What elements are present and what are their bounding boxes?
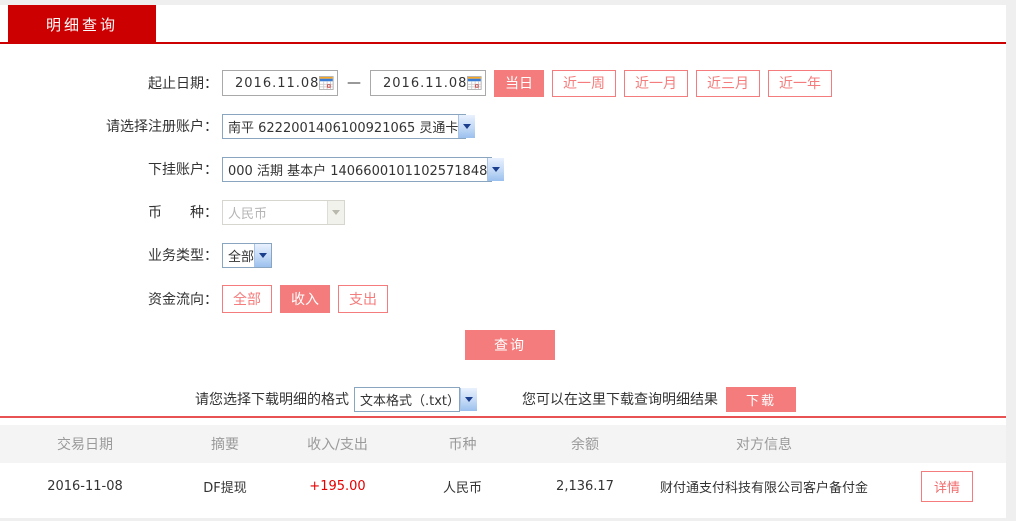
header-counterparty: 对方信息 — [736, 437, 792, 453]
cell-balance: 2,136.17 — [556, 479, 614, 494]
register-account-label: 请选择注册账户： — [106, 119, 218, 135]
currency-select: 人民币 — [222, 199, 345, 225]
business-type-value: 全部 — [228, 249, 255, 265]
business-type-label: 业务类型： — [148, 248, 218, 264]
sub-account-label: 下挂账户： — [148, 162, 218, 178]
result-table: 交易日期 摘要 收入/支出 币种 余额 对方信息 2016-11-08 DF提现… — [0, 425, 1006, 510]
range-button-last-week[interactable]: 近一周 — [552, 69, 616, 97]
register-account-value: 南平 6222001406100921065 灵通卡 — [228, 120, 459, 136]
chevron-down-icon[interactable] — [254, 243, 272, 267]
cell-counterparty: 财付通支付科技有限公司客户备付金 — [659, 481, 868, 496]
date-range-label: 起止日期： — [148, 76, 218, 92]
download-hint: 您可以在这里下载查询明细结果 — [522, 392, 718, 408]
header-balance: 余额 — [571, 437, 599, 453]
tab-bar: 明细查询 — [0, 5, 1006, 44]
table-header-row: 交易日期 摘要 收入/支出 币种 余额 对方信息 — [0, 425, 1006, 463]
download-button[interactable]: 下载 — [726, 386, 796, 412]
start-date-input[interactable]: 2016.11.08 — [222, 70, 338, 96]
range-button-today[interactable]: 当日 — [494, 69, 544, 97]
table-top-divider — [0, 416, 1006, 418]
chevron-down-icon[interactable] — [460, 387, 478, 411]
sub-account-value: 000 活期 基本户 1406600101102571848 — [228, 163, 488, 179]
download-format-select[interactable]: 文本格式（.txt） — [354, 386, 478, 412]
cell-date: 2016-11-08 — [47, 479, 123, 494]
header-amount: 收入/支出 — [307, 437, 368, 453]
chevron-down-icon[interactable] — [487, 157, 505, 181]
business-type-row: 业务类型： 全部 — [0, 242, 1006, 268]
start-date-value: 2016.11.08 — [235, 75, 320, 91]
query-button[interactable]: 查询 — [465, 330, 555, 360]
fund-flow-all-button[interactable]: 全部 — [222, 285, 272, 313]
range-button-last-3-months[interactable]: 近三月 — [696, 69, 760, 97]
query-row: 查询 — [0, 330, 1006, 360]
header-summary: 摘要 — [211, 437, 239, 453]
sub-account-select[interactable]: 000 活期 基本户 1406600101102571848 — [222, 156, 505, 182]
content-panel: 明细查询 起止日期： 2016.11.08 — 2016.11.08 当日 近一… — [0, 5, 1006, 518]
calendar-icon[interactable] — [319, 75, 334, 91]
query-form: 起止日期： 2016.11.08 — 2016.11.08 当日 近一周 近一月… — [0, 44, 1006, 412]
chevron-down-icon[interactable] — [458, 114, 476, 138]
fund-flow-expense-button[interactable]: 支出 — [338, 285, 388, 313]
cell-currency: 人民币 — [442, 481, 482, 496]
tab-detail-query[interactable]: 明细查询 — [8, 5, 156, 44]
sub-account-row: 下挂账户： 000 活期 基本户 1406600101102571848 — [0, 156, 1006, 182]
currency-row: 币 种： 人民币 — [0, 199, 1006, 225]
fund-flow-row: 资金流向： 全部 收入 支出 — [0, 285, 1006, 313]
detail-button[interactable]: 详情 — [920, 471, 973, 502]
currency-value: 人民币 — [228, 206, 268, 222]
cell-summary: DF提现 — [203, 481, 247, 496]
table-row: 2016-11-08 DF提现 +195.00 人民币 2,136.17 财付通… — [0, 463, 1006, 510]
download-format-label: 请您选择下载明细的格式 — [195, 392, 349, 408]
currency-label: 币 种： — [148, 205, 218, 221]
register-account-row: 请选择注册账户： 南平 6222001406100921065 灵通卡 — [0, 113, 1006, 139]
date-separator: — — [347, 75, 361, 91]
register-account-select[interactable]: 南平 6222001406100921065 灵通卡 — [222, 113, 476, 139]
end-date-value: 2016.11.08 — [383, 75, 468, 91]
fund-flow-income-button[interactable]: 收入 — [280, 285, 330, 313]
end-date-input[interactable]: 2016.11.08 — [370, 70, 486, 96]
fund-flow-label: 资金流向： — [148, 292, 218, 308]
header-date: 交易日期 — [57, 437, 113, 453]
range-button-last-month[interactable]: 近一月 — [624, 69, 688, 97]
cell-amount: +195.00 — [309, 479, 366, 494]
range-button-last-year[interactable]: 近一年 — [768, 69, 832, 97]
header-currency: 币种 — [448, 437, 477, 453]
date-range-row: 起止日期： 2016.11.08 — 2016.11.08 当日 近一周 近一月… — [0, 69, 1006, 97]
business-type-select[interactable]: 全部 — [222, 242, 272, 268]
download-row: 请您选择下载明细的格式 文本格式（.txt） 您可以在这里下载查询明细结果 下载 — [0, 386, 1006, 412]
calendar-icon[interactable] — [467, 75, 482, 91]
download-format-value: 文本格式（.txt） — [360, 393, 461, 409]
chevron-down-icon — [327, 200, 344, 224]
